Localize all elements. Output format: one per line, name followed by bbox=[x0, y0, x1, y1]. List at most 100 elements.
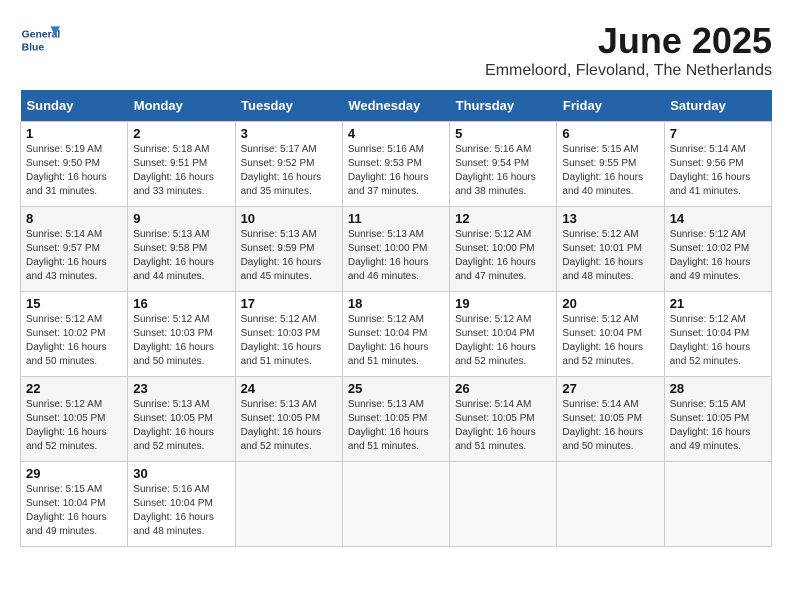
header-wednesday: Wednesday bbox=[342, 90, 449, 122]
day-number: 27 bbox=[562, 381, 658, 396]
day-info: Sunrise: 5:12 AM Sunset: 10:04 PM Daylig… bbox=[562, 313, 658, 369]
day-info: Sunrise: 5:16 AM Sunset: 9:54 PM Dayligh… bbox=[455, 143, 551, 199]
day-info: Sunrise: 5:12 AM Sunset: 10:00 PM Daylig… bbox=[455, 228, 551, 284]
day-info: Sunrise: 5:12 AM Sunset: 10:04 PM Daylig… bbox=[348, 313, 444, 369]
day-info: Sunrise: 5:15 AM Sunset: 10:05 PM Daylig… bbox=[670, 398, 766, 454]
header-friday: Friday bbox=[557, 90, 664, 122]
table-cell: 23Sunrise: 5:13 AM Sunset: 10:05 PM Dayl… bbox=[128, 377, 235, 462]
weekday-header-row: Sunday Monday Tuesday Wednesday Thursday… bbox=[21, 90, 772, 122]
table-cell: 3Sunrise: 5:17 AM Sunset: 9:52 PM Daylig… bbox=[235, 122, 342, 207]
table-cell: 18 Sunrise: 5:12 AM Sunset: 10:04 PM Dayl… bbox=[342, 292, 449, 377]
day-number: 24 bbox=[241, 381, 337, 396]
day-number: 25 bbox=[348, 381, 444, 396]
day-number: 8 bbox=[26, 211, 122, 226]
header-saturday: Saturday bbox=[664, 90, 771, 122]
title-section: June 2025 Emmeloord, Flevoland, The Neth… bbox=[485, 20, 772, 80]
table-cell: 24 Sunrise: 5:13 AM Sunset: 10:05 PM Dayl… bbox=[235, 377, 342, 462]
day-info: Sunrise: 5:12 AM Sunset: 10:04 PM Daylig… bbox=[670, 313, 766, 369]
calendar-row: 29Sunrise: 5:15 AM Sunset: 10:04 PM Dayl… bbox=[21, 462, 772, 547]
day-number: 13 bbox=[562, 211, 658, 226]
table-cell: 15 Sunrise: 5:12 AM Sunset: 10:02 PM Dayl… bbox=[21, 292, 128, 377]
day-number: 4 bbox=[348, 126, 444, 141]
table-cell bbox=[235, 462, 342, 547]
day-number: 9 bbox=[133, 211, 229, 226]
day-number: 5 bbox=[455, 126, 551, 141]
day-number: 15 bbox=[26, 296, 122, 311]
table-cell: 20 Sunrise: 5:12 AM Sunset: 10:04 PM Dayl… bbox=[557, 292, 664, 377]
day-info: Sunrise: 5:18 AM Sunset: 9:51 PM Dayligh… bbox=[133, 143, 229, 199]
table-cell: 26Sunrise: 5:14 AM Sunset: 10:05 PM Dayl… bbox=[450, 377, 557, 462]
table-cell bbox=[557, 462, 664, 547]
table-cell: 10 Sunrise: 5:13 AM Sunset: 9:59 PM Dayli… bbox=[235, 207, 342, 292]
table-cell: 19 Sunrise: 5:12 AM Sunset: 10:04 PM Dayl… bbox=[450, 292, 557, 377]
day-number: 11 bbox=[348, 211, 444, 226]
table-cell: 11Sunrise: 5:13 AM Sunset: 10:00 PM Dayl… bbox=[342, 207, 449, 292]
page-header: General Blue June 2025 Emmeloord, Flevol… bbox=[20, 20, 772, 80]
table-cell: 28 Sunrise: 5:15 AM Sunset: 10:05 PM Dayl… bbox=[664, 377, 771, 462]
day-info: Sunrise: 5:19 AM Sunset: 9:50 PM Dayligh… bbox=[26, 143, 122, 199]
table-cell: 14Sunrise: 5:12 AM Sunset: 10:02 PM Dayl… bbox=[664, 207, 771, 292]
table-cell: 8 Sunrise: 5:14 AM Sunset: 9:57 PM Daylig… bbox=[21, 207, 128, 292]
day-number: 6 bbox=[562, 126, 658, 141]
header-sunday: Sunday bbox=[21, 90, 128, 122]
day-number: 19 bbox=[455, 296, 551, 311]
calendar-row: 15 Sunrise: 5:12 AM Sunset: 10:02 PM Dayl… bbox=[21, 292, 772, 377]
day-info: Sunrise: 5:12 AM Sunset: 10:05 PM Daylig… bbox=[26, 398, 122, 454]
day-info: Sunrise: 5:13 AM Sunset: 9:58 PM Dayligh… bbox=[133, 228, 229, 284]
day-info: Sunrise: 5:12 AM Sunset: 10:04 PM Daylig… bbox=[455, 313, 551, 369]
day-number: 7 bbox=[670, 126, 766, 141]
calendar-table: Sunday Monday Tuesday Wednesday Thursday… bbox=[20, 90, 772, 547]
table-cell bbox=[664, 462, 771, 547]
location-title: Emmeloord, Flevoland, The Netherlands bbox=[485, 62, 772, 80]
day-number: 30 bbox=[133, 466, 229, 481]
day-number: 3 bbox=[241, 126, 337, 141]
day-number: 12 bbox=[455, 211, 551, 226]
day-info: Sunrise: 5:14 AM Sunset: 10:05 PM Daylig… bbox=[562, 398, 658, 454]
table-cell: 16Sunrise: 5:12 AM Sunset: 10:03 PM Dayl… bbox=[128, 292, 235, 377]
table-cell: 30 Sunrise: 5:16 AM Sunset: 10:04 PM Dayl… bbox=[128, 462, 235, 547]
table-cell: 6 Sunrise: 5:15 AM Sunset: 9:55 PM Daylig… bbox=[557, 122, 664, 207]
day-info: Sunrise: 5:16 AM Sunset: 10:04 PM Daylig… bbox=[133, 483, 229, 539]
day-number: 28 bbox=[670, 381, 766, 396]
logo-icon: General Blue bbox=[20, 20, 60, 60]
table-cell: 4 Sunrise: 5:16 AM Sunset: 9:53 PM Daylig… bbox=[342, 122, 449, 207]
header-tuesday: Tuesday bbox=[235, 90, 342, 122]
day-info: Sunrise: 5:14 AM Sunset: 9:57 PM Dayligh… bbox=[26, 228, 122, 284]
header-thursday: Thursday bbox=[450, 90, 557, 122]
table-cell: 5 Sunrise: 5:16 AM Sunset: 9:54 PM Daylig… bbox=[450, 122, 557, 207]
day-info: Sunrise: 5:16 AM Sunset: 9:53 PM Dayligh… bbox=[348, 143, 444, 199]
svg-text:Blue: Blue bbox=[22, 42, 45, 53]
calendar-row: 22Sunrise: 5:12 AM Sunset: 10:05 PM Dayl… bbox=[21, 377, 772, 462]
day-number: 16 bbox=[133, 296, 229, 311]
calendar-row: 1 Sunrise: 5:19 AM Sunset: 9:50 PM Daylig… bbox=[21, 122, 772, 207]
table-cell: 9 Sunrise: 5:13 AM Sunset: 9:58 PM Daylig… bbox=[128, 207, 235, 292]
month-title: June 2025 bbox=[485, 20, 772, 62]
table-cell: 21 Sunrise: 5:12 AM Sunset: 10:04 PM Dayl… bbox=[664, 292, 771, 377]
header-monday: Monday bbox=[128, 90, 235, 122]
day-info: Sunrise: 5:13 AM Sunset: 10:05 PM Daylig… bbox=[133, 398, 229, 454]
day-info: Sunrise: 5:12 AM Sunset: 10:01 PM Daylig… bbox=[562, 228, 658, 284]
table-cell: 7Sunrise: 5:14 AM Sunset: 9:56 PM Daylig… bbox=[664, 122, 771, 207]
day-number: 2 bbox=[133, 126, 229, 141]
day-info: Sunrise: 5:15 AM Sunset: 9:55 PM Dayligh… bbox=[562, 143, 658, 199]
table-cell: 22Sunrise: 5:12 AM Sunset: 10:05 PM Dayl… bbox=[21, 377, 128, 462]
table-cell: 13 Sunrise: 5:12 AM Sunset: 10:01 PM Dayl… bbox=[557, 207, 664, 292]
table-cell: 29Sunrise: 5:15 AM Sunset: 10:04 PM Dayl… bbox=[21, 462, 128, 547]
table-cell bbox=[342, 462, 449, 547]
table-cell: 27 Sunrise: 5:14 AM Sunset: 10:05 PM Dayl… bbox=[557, 377, 664, 462]
day-info: Sunrise: 5:13 AM Sunset: 10:05 PM Daylig… bbox=[348, 398, 444, 454]
table-cell: 1 Sunrise: 5:19 AM Sunset: 9:50 PM Daylig… bbox=[21, 122, 128, 207]
day-number: 18 bbox=[348, 296, 444, 311]
day-info: Sunrise: 5:15 AM Sunset: 10:04 PM Daylig… bbox=[26, 483, 122, 539]
day-number: 1 bbox=[26, 126, 122, 141]
day-number: 10 bbox=[241, 211, 337, 226]
day-info: Sunrise: 5:13 AM Sunset: 10:05 PM Daylig… bbox=[241, 398, 337, 454]
table-cell bbox=[450, 462, 557, 547]
day-info: Sunrise: 5:12 AM Sunset: 10:02 PM Daylig… bbox=[26, 313, 122, 369]
table-cell: 12 Sunrise: 5:12 AM Sunset: 10:00 PM Dayl… bbox=[450, 207, 557, 292]
day-info: Sunrise: 5:13 AM Sunset: 9:59 PM Dayligh… bbox=[241, 228, 337, 284]
table-cell: 2 Sunrise: 5:18 AM Sunset: 9:51 PM Daylig… bbox=[128, 122, 235, 207]
day-info: Sunrise: 5:12 AM Sunset: 10:03 PM Daylig… bbox=[241, 313, 337, 369]
day-number: 21 bbox=[670, 296, 766, 311]
day-number: 20 bbox=[562, 296, 658, 311]
